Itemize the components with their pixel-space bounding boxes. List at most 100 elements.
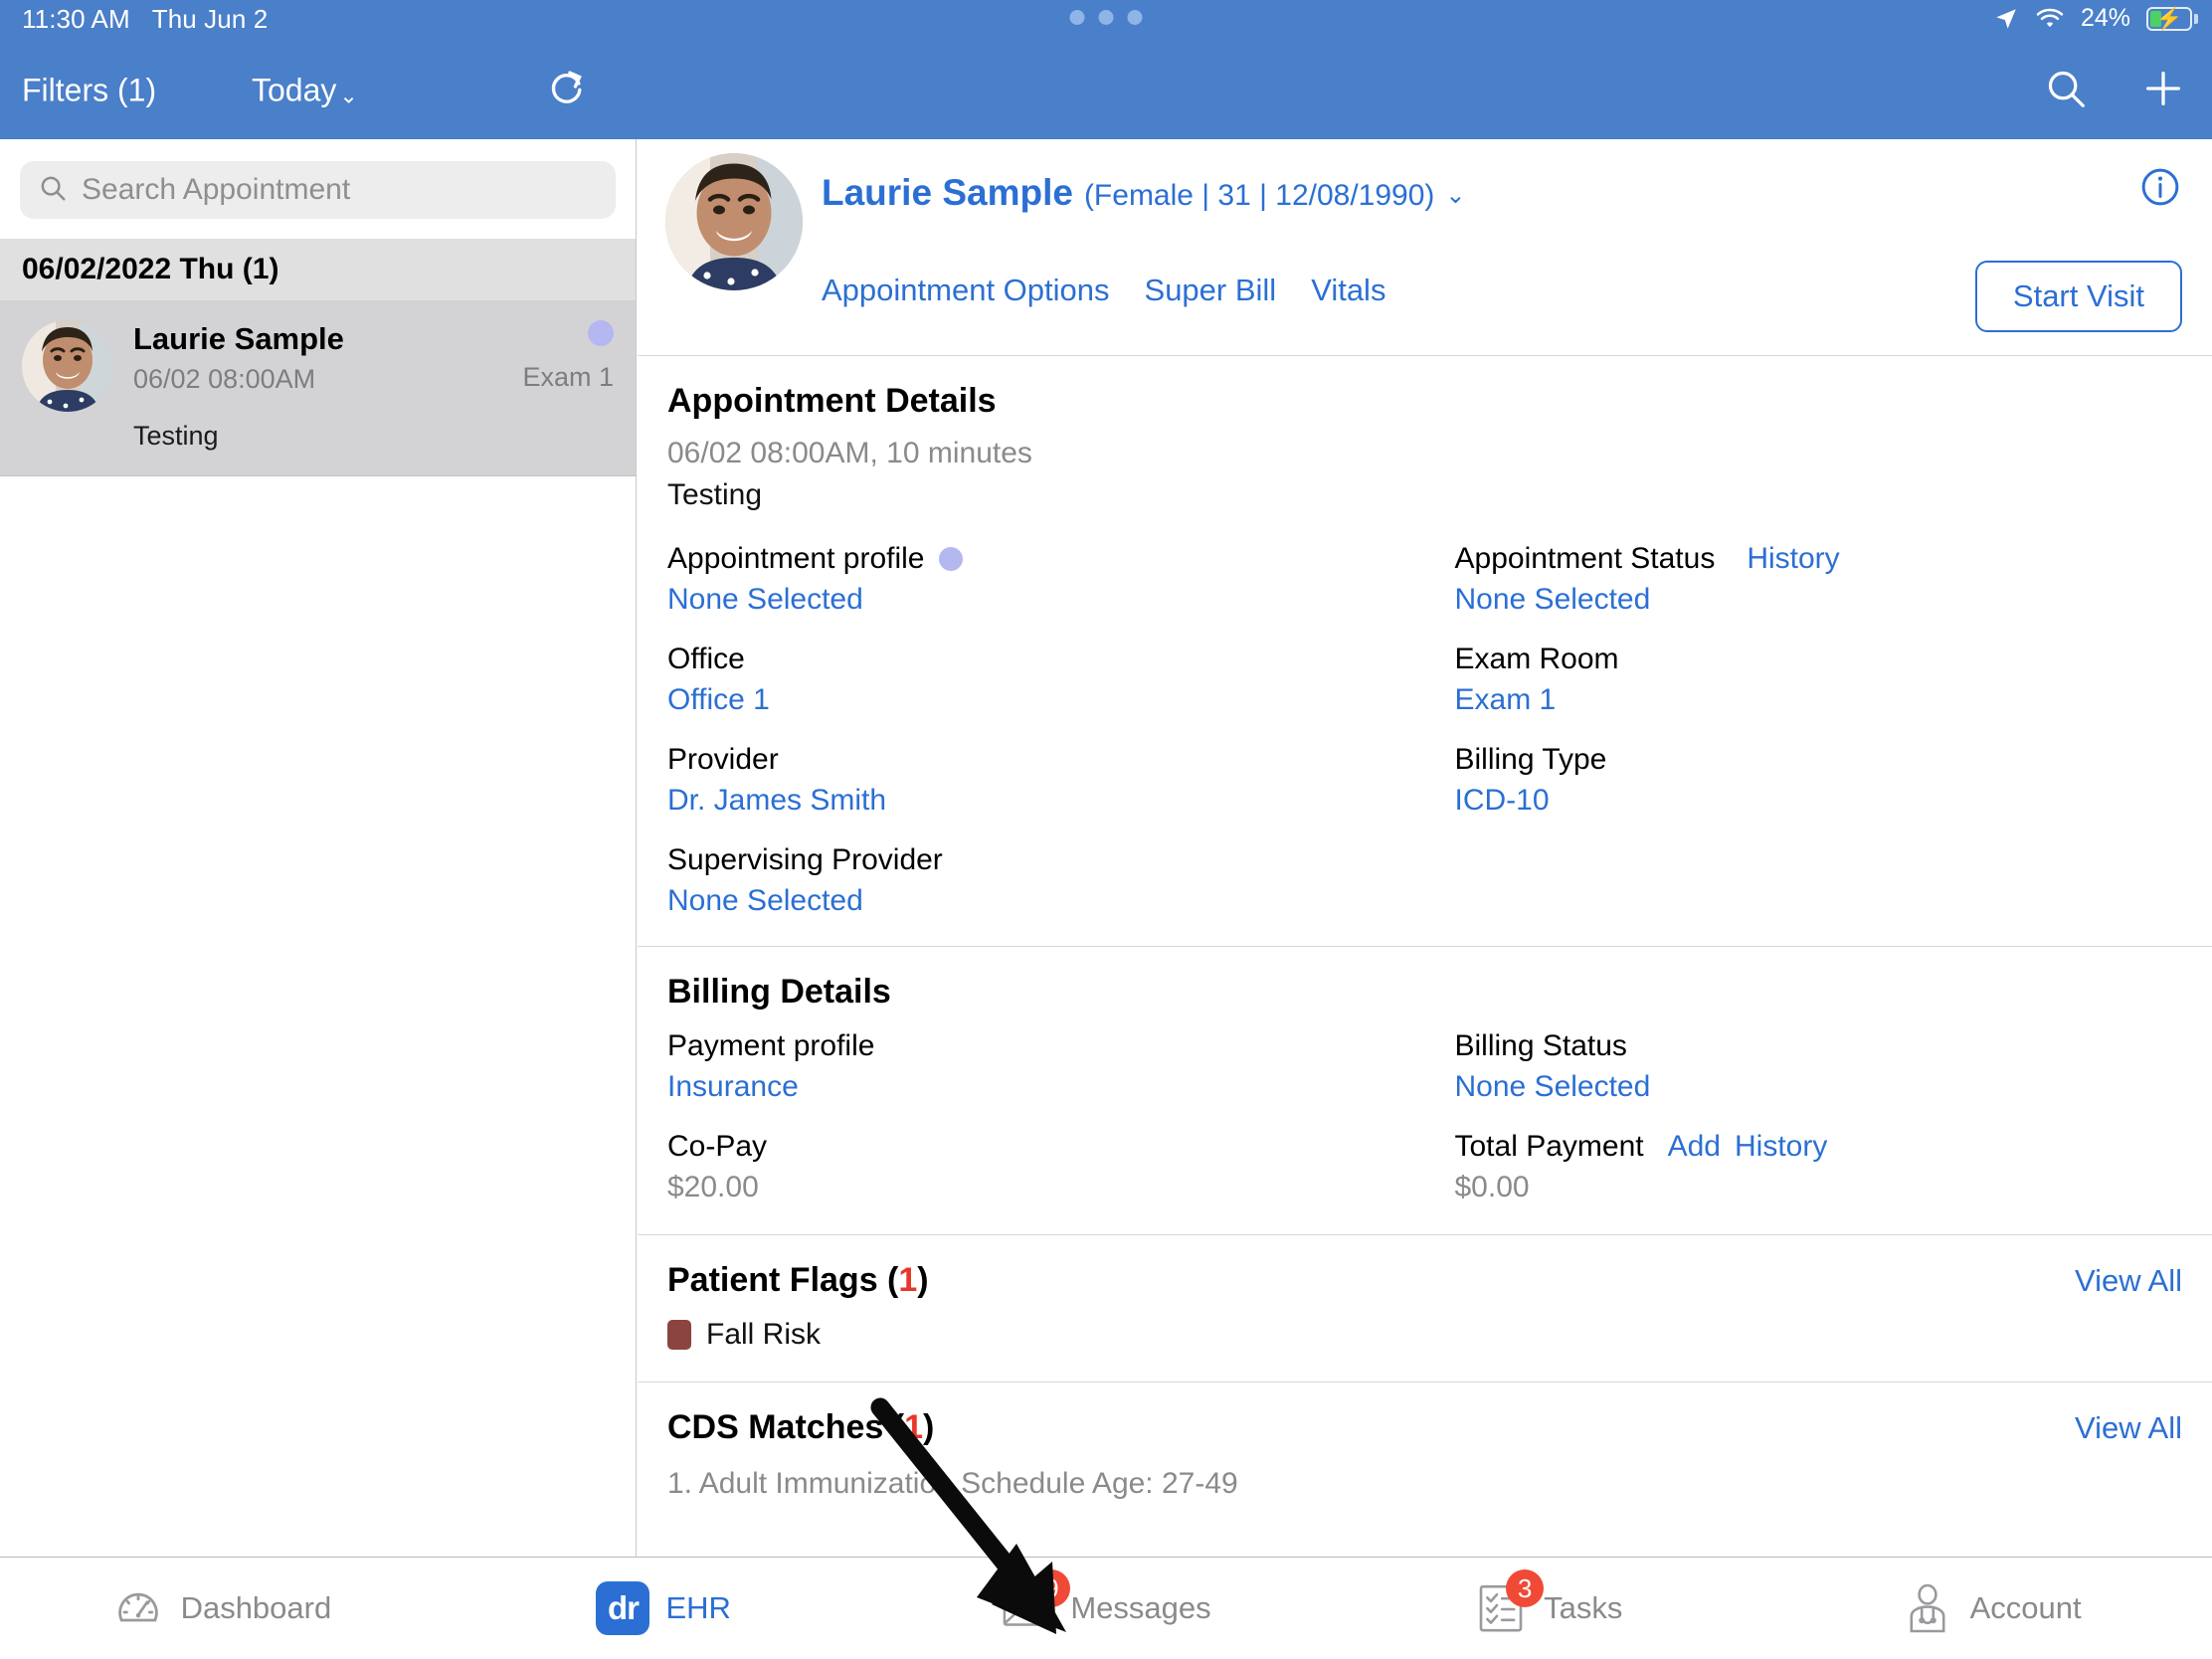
field-provider: Provider Dr. James Smith — [667, 743, 1425, 818]
field-value[interactable]: Dr. James Smith — [667, 784, 1425, 818]
today-dropdown[interactable]: Today ⌄ — [252, 73, 358, 109]
filters-button[interactable]: Filters (1) — [22, 73, 156, 109]
field-appointment-profile: Appointment profile None Selected — [667, 542, 1425, 617]
field-label: Co-Pay — [667, 1130, 768, 1163]
plus-icon[interactable] — [2140, 66, 2186, 116]
field-label-text: Appointment profile — [667, 542, 925, 575]
top-header-bar: 11:30 AM Thu Jun 2 24% ⚡ Filters (1) Tod… — [0, 0, 2212, 139]
field-label-text: Appointment Status — [1454, 542, 1716, 575]
status-time: 11:30 AM — [22, 4, 130, 34]
field-co-pay: Co-Pay $20.00 — [667, 1130, 1425, 1204]
appointment-profile-dot-icon — [938, 547, 963, 571]
info-circle-icon[interactable] — [2138, 165, 2182, 214]
cds-matches-view-all-link[interactable]: View All — [2075, 1410, 2182, 1446]
wifi-icon — [2035, 7, 2065, 31]
field-value[interactable]: None Selected — [667, 884, 1425, 918]
section-header: CDS Matches (1) View All — [667, 1408, 2182, 1447]
appointment-fields-left: Appointment profile None Selected Office… — [667, 542, 1425, 918]
field-value[interactable]: Exam 1 — [1455, 683, 2183, 717]
three-dots-icon[interactable] — [1069, 10, 1143, 25]
envelope-icon: 9 — [1001, 1569, 1071, 1635]
main-panel: Laurie Sample (Female | 31 | 12/08/1990)… — [638, 139, 2212, 1557]
patient-flags-section: Patient Flags (1) View All Fall Risk — [638, 1234, 2212, 1382]
refresh-icon[interactable] — [545, 67, 589, 115]
patient-flags-title-suffix: ) — [917, 1261, 929, 1299]
vitals-link[interactable]: Vitals — [1311, 273, 1385, 308]
field-value[interactable]: None Selected — [1455, 1070, 2183, 1104]
appointment-room: Exam 1 — [522, 362, 614, 392]
avatar[interactable] — [665, 153, 803, 290]
today-label: Today — [252, 72, 337, 108]
field-label: Total Payment Add History — [1455, 1130, 2183, 1164]
avatar — [22, 320, 113, 412]
chevron-down-icon[interactable]: ⌄ — [1445, 181, 1465, 210]
field-payment-profile: Payment profile Insurance — [667, 1029, 1425, 1104]
search-appointment-box[interactable] — [20, 161, 616, 219]
tab-label: Account — [1969, 1590, 2082, 1625]
billing-fields-right: Billing Status None Selected Total Payme… — [1425, 1029, 2183, 1204]
field-exam-room: Exam Room Exam 1 — [1455, 643, 2183, 717]
patient-flags-count: 1 — [898, 1261, 918, 1299]
super-bill-link[interactable]: Super Bill — [1145, 273, 1277, 308]
field-appointment-status: Appointment Status History None Selected — [1455, 542, 2183, 617]
field-value[interactable]: Insurance — [667, 1070, 1425, 1104]
field-label: Payment profile — [667, 1029, 875, 1062]
field-office: Office Office 1 — [667, 643, 1425, 717]
location-arrow-icon — [1993, 6, 2019, 32]
tab-account[interactable]: Account — [1769, 1558, 2212, 1659]
field-value[interactable]: None Selected — [1455, 583, 2183, 617]
gauge-icon — [111, 1581, 165, 1635]
patient-flag-item[interactable]: Fall Risk — [667, 1318, 2182, 1352]
patient-name-row[interactable]: Laurie Sample (Female | 31 | 12/08/1990)… — [822, 172, 1466, 214]
billing-details-section: Billing Details Payment profile Insuranc… — [638, 946, 2212, 1234]
battery-charging-icon: ⚡ — [2146, 6, 2198, 31]
appointment-sidebar: 06/02/2022 Thu (1) — [0, 139, 637, 1557]
appointment-reason: Testing — [667, 478, 763, 511]
billing-fields: Payment profile Insurance Co-Pay $20.00 … — [667, 1029, 2182, 1204]
total-payment-add-link[interactable]: Add — [1668, 1130, 1721, 1164]
field-label: Appointment profile — [667, 542, 1425, 576]
appointment-profile-dot-icon — [588, 320, 614, 346]
patient-flags-view-all-link[interactable]: View All — [2075, 1263, 2182, 1299]
appointment-status-history-link[interactable]: History — [1747, 542, 1839, 576]
doctor-icon — [1901, 1581, 1954, 1635]
field-value[interactable]: Office 1 — [667, 683, 1425, 717]
search-container — [0, 139, 636, 239]
patient-demographics: (Female | 31 | 12/08/1990) — [1083, 179, 1435, 212]
total-payment-history-link[interactable]: History — [1735, 1130, 1827, 1164]
status-bar: 11:30 AM Thu Jun 2 24% ⚡ — [0, 0, 2212, 42]
field-billing-status: Billing Status None Selected — [1455, 1029, 2183, 1104]
start-visit-button[interactable]: Start Visit — [1974, 261, 2182, 332]
appointment-list-item[interactable]: Laurie Sample 06/02 08:00AM Testing Exam… — [0, 300, 636, 476]
appointment-fields: Appointment profile None Selected Office… — [667, 542, 2182, 918]
tab-messages[interactable]: 9 Messages — [885, 1558, 1328, 1659]
search-icon — [38, 173, 68, 208]
patient-action-links: Appointment Options Super Bill Vitals — [822, 273, 1385, 308]
search-input[interactable] — [82, 173, 598, 207]
cds-matches-title-suffix: ) — [922, 1408, 935, 1446]
field-label: Billing Type — [1454, 743, 1607, 776]
page-title: Laurie Sample — [822, 172, 1073, 213]
tab-ehr[interactable]: dr EHR — [443, 1558, 885, 1659]
flag-color-swatch-icon — [667, 1320, 691, 1350]
field-label: Billing Status — [1454, 1029, 1627, 1062]
field-label: Exam Room — [1454, 643, 1619, 675]
field-value[interactable]: None Selected — [667, 583, 1425, 617]
field-label: Provider — [667, 743, 779, 776]
field-label: Supervising Provider — [667, 843, 943, 876]
section-title: Patient Flags (1) — [667, 1261, 929, 1300]
tab-label: Dashboard — [180, 1590, 332, 1625]
tab-dashboard[interactable]: Dashboard — [0, 1558, 443, 1659]
chevron-down-icon: ⌄ — [339, 83, 358, 108]
appointment-options-link[interactable]: Appointment Options — [822, 273, 1110, 308]
search-icon[interactable] — [2043, 66, 2089, 116]
tab-tasks[interactable]: 3 Tasks — [1327, 1558, 1769, 1659]
patient-flags-title-text: Patient Flags ( — [667, 1261, 899, 1299]
appointment-meta: Exam 1 — [522, 320, 614, 393]
field-value: $20.00 — [667, 1171, 759, 1203]
field-label-text: Total Payment — [1454, 1130, 1644, 1163]
tab-label: Messages — [1070, 1590, 1211, 1625]
appointment-datetime: 06/02 08:00AM, 10 minutes — [667, 437, 1032, 469]
billing-fields-left: Payment profile Insurance Co-Pay $20.00 — [667, 1029, 1425, 1204]
field-value[interactable]: ICD-10 — [1455, 784, 2183, 818]
